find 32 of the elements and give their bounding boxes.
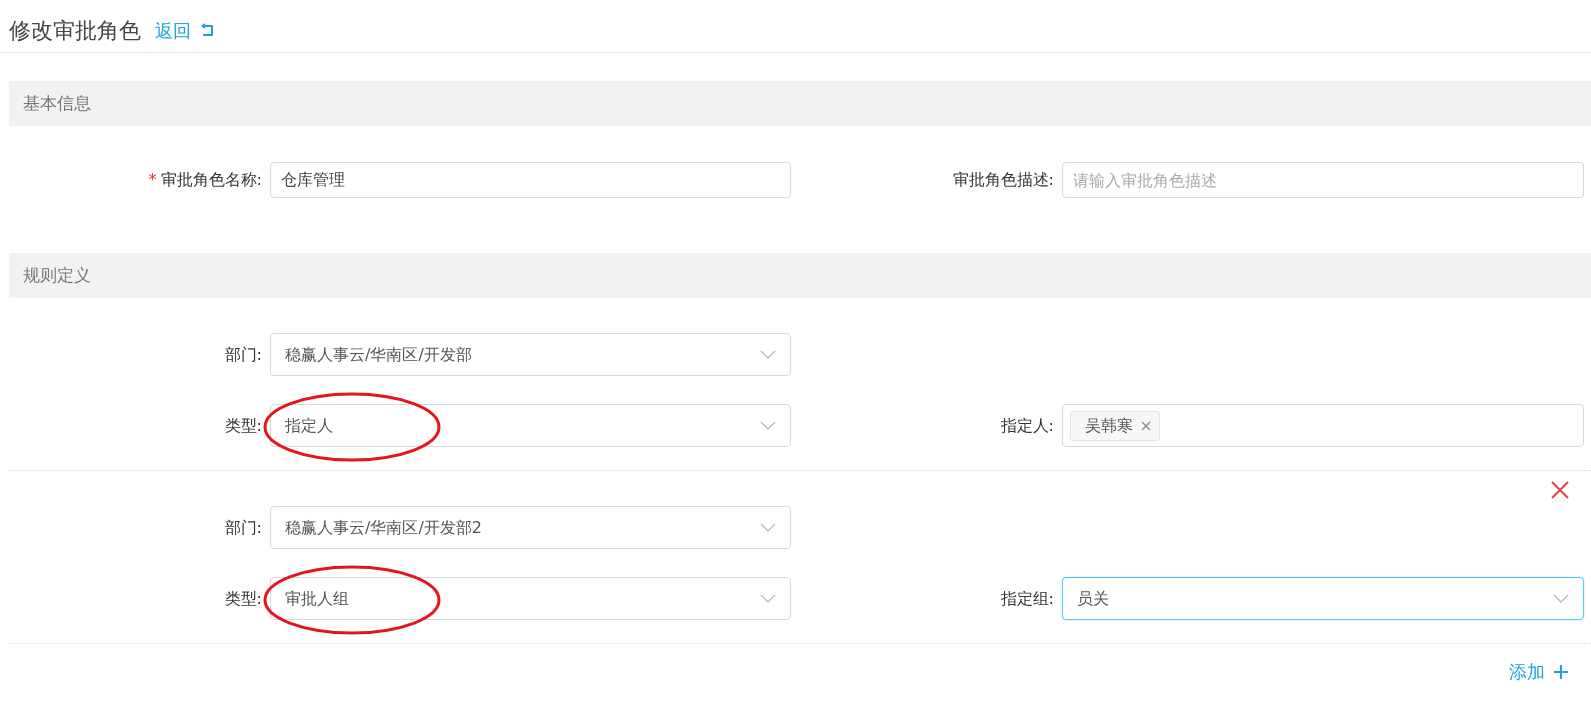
- remove-button[interactable]: [1551, 481, 1569, 499]
- plus-icon: [1553, 663, 1569, 680]
- required-mark: *: [148, 170, 157, 189]
- select-field[interactable]: 指定人: [270, 404, 791, 447]
- select-field[interactable]: 审批人组: [270, 577, 791, 620]
- field-label: 审批角色描述:: [952, 170, 1054, 189]
- field-label: 类型:: [223, 587, 262, 610]
- chevron-down-icon: [760, 522, 776, 533]
- section-header: 基本信息: [9, 81, 1591, 126]
- input-field[interactable]: 请输入审批角色描述: [1062, 162, 1584, 198]
- chevron-down-icon: [760, 420, 776, 431]
- tag-remove-button[interactable]: [1141, 420, 1151, 431]
- section-header: 规则定义: [9, 253, 1591, 298]
- close-icon: [1141, 420, 1151, 431]
- field-label: 审批角色名称:: [160, 170, 262, 189]
- select-field[interactable]: 员关: [1062, 577, 1584, 620]
- field-label: 类型:: [223, 414, 262, 437]
- chevron-down-icon: [1553, 593, 1569, 604]
- field-label: 部门:: [223, 343, 262, 366]
- tag-input[interactable]: 吴韩寒: [1062, 404, 1584, 447]
- chevron-down-icon: [760, 349, 776, 360]
- return-icon: [199, 22, 215, 38]
- page-title: 修改审批角色: [9, 16, 141, 45]
- input-field[interactable]: 仓库管理: [270, 162, 791, 198]
- select-field[interactable]: 稳赢人事云/华南区/开发部: [270, 333, 791, 376]
- chevron-down-icon: [760, 593, 776, 604]
- close-icon: [1551, 481, 1569, 499]
- field-label: 指定人:: [999, 414, 1054, 437]
- select-field[interactable]: 稳赢人事云/华南区/开发部2: [270, 506, 791, 549]
- field-label: 指定组:: [999, 587, 1054, 610]
- tag: 吴韩寒: [1070, 410, 1160, 441]
- field-label: 部门:: [223, 516, 262, 539]
